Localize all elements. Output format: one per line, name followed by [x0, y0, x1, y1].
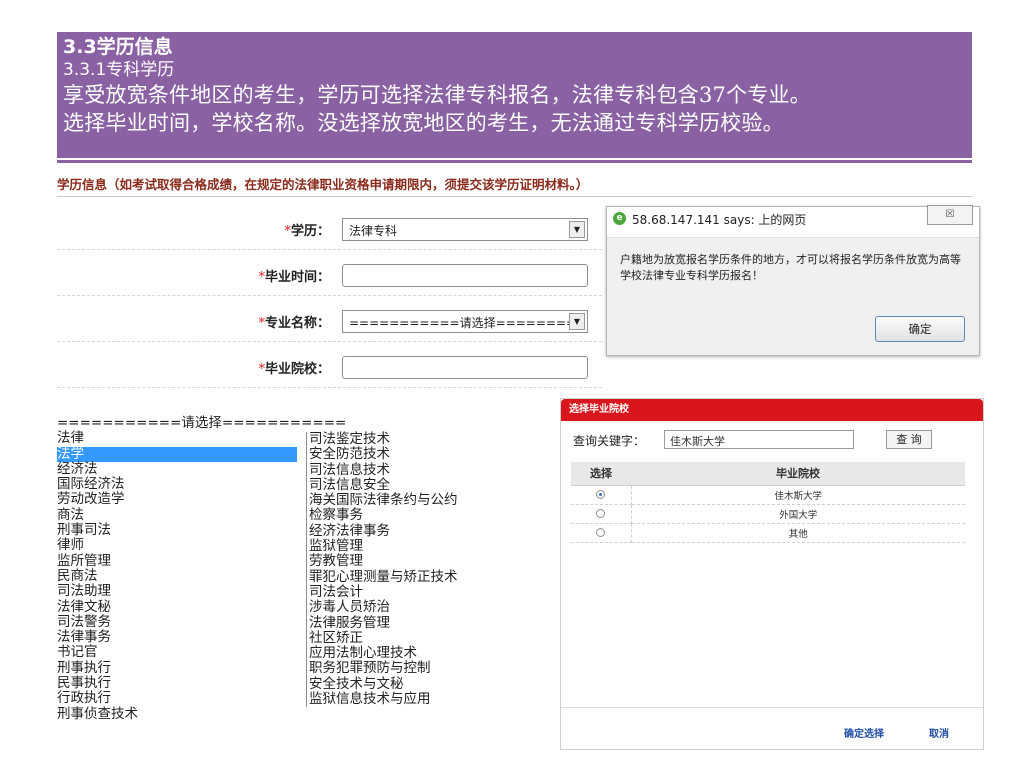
col-select-header: 选择 — [571, 462, 631, 486]
major-option[interactable]: 应用法制心理技术 — [309, 645, 556, 661]
major-option[interactable]: 国际经济法 — [57, 476, 297, 492]
major-option[interactable]: 监狱管理 — [309, 538, 556, 554]
major-option[interactable]: 司法信息安全 — [309, 477, 556, 493]
table-row[interactable]: 佳木斯大学 — [571, 485, 965, 505]
major-option[interactable]: 法律文秘 — [57, 599, 297, 615]
school-row: *毕业院校： — [57, 348, 602, 388]
major-option[interactable]: 刑事侦查技术 — [57, 706, 297, 722]
major-option[interactable]: 劳动改造学 — [57, 492, 297, 508]
select-cell — [571, 523, 632, 543]
major-option[interactable]: 监狱信息技术与应用 — [309, 691, 556, 707]
alert-title: 58.68.147.141 says: 上的网页 — [632, 213, 807, 227]
major-row: *专业名称： ===========请选择=========== ▼ — [57, 302, 602, 342]
major-option[interactable]: ===========请选择=========== — [57, 415, 346, 431]
major-option[interactable]: 司法鉴定技术 — [309, 431, 556, 447]
banner-line-1: 享受放宽条件地区的考生，学历可选择法律专科报名，法律专科包含37个专业。 — [63, 83, 811, 107]
major-option[interactable]: 书记官 — [57, 645, 297, 661]
major-select[interactable]: ===========请选择=========== ▼ — [342, 310, 588, 333]
school-label: *毕业院校： — [258, 362, 330, 377]
select-cell — [571, 485, 632, 505]
major-option[interactable]: 法律服务管理 — [309, 615, 556, 631]
school-radio[interactable] — [596, 528, 606, 537]
major-option[interactable]: 司法警务 — [57, 614, 297, 630]
alert-message: 户籍地为放宽报名学历条件的地方，才可以将报名学历条件放宽为高等学校法律专业专科学… — [620, 253, 961, 282]
education-label: *学历： — [284, 224, 330, 239]
banner-title: 3.3学历信息 — [63, 36, 173, 58]
major-option[interactable]: 民商法 — [57, 568, 297, 584]
major-option[interactable]: 刑事执行 — [57, 660, 297, 676]
cancel-button[interactable]: 取消 — [929, 725, 949, 740]
banner-subtitle: 3.3.1专科学历 — [63, 60, 175, 80]
major-option[interactable]: 经济法 — [57, 461, 297, 477]
chevron-down-icon: ▼ — [569, 221, 585, 238]
major-option[interactable]: 安全技术与文秘 — [309, 676, 556, 692]
major-option[interactable]: 经济法律事务 — [309, 523, 556, 539]
major-option[interactable]: 司法信息技术 — [309, 462, 556, 478]
school-dialog-footer — [561, 707, 983, 708]
major-option[interactable]: 法学 — [57, 446, 297, 462]
major-option[interactable]: 司法助理 — [57, 583, 297, 599]
major-option[interactable]: 罪犯心理测量与矫正技术 — [309, 569, 556, 585]
major-option[interactable]: 涉毒人员矫治 — [309, 599, 556, 615]
alert-dialog: e 58.68.147.141 says: 上的网页 ☒ 户籍地为放宽报名学历条… — [606, 205, 980, 356]
school-name-cell: 其他 — [631, 523, 965, 543]
major-option[interactable]: 律师 — [57, 538, 297, 554]
major-label: *专业名称： — [258, 316, 330, 331]
banner-divider — [57, 160, 972, 163]
alert-ok-button[interactable]: 确定 — [875, 316, 965, 342]
school-input[interactable] — [342, 356, 588, 379]
major-option[interactable]: 社区矫正 — [309, 630, 556, 646]
col-school-header: 毕业院校 — [631, 462, 965, 486]
school-radio[interactable] — [596, 490, 606, 499]
alert-body: 户籍地为放宽报名学历条件的地方，才可以将报名学历条件放宽为高等学校法律专业专科学… — [607, 237, 979, 355]
major-option[interactable]: 职务犯罪预防与控制 — [309, 661, 556, 677]
grad-time-row: *毕业时间： — [57, 256, 602, 296]
education-section-header: 学历信息（如考试取得合格成绩，在规定的法律职业资格申请期限内，须提交该学历证明材… — [57, 175, 972, 197]
education-row: *学历： 法律专科 ▼ — [57, 210, 602, 250]
school-name-cell: 外国大学 — [631, 504, 965, 524]
major-option[interactable]: 安全防范技术 — [309, 446, 556, 462]
major-list-left: ===========请选择=========== 法律 法学 经济法 国际经济法 劳动改… — [57, 415, 346, 722]
grad-time-input[interactable] — [342, 264, 588, 287]
query-input[interactable]: 佳木斯大学 — [664, 430, 854, 449]
major-option[interactable]: 法律事务 — [57, 629, 297, 645]
confirm-select-button[interactable]: 确定选择 — [844, 725, 884, 740]
select-cell — [571, 504, 632, 524]
instruction-banner: 3.3学历信息 3.3.1专科学历 享受放宽条件地区的考生，学历可选择法律专科报… — [57, 32, 972, 158]
query-label: 查询关键字： — [573, 434, 646, 448]
school-name-cell: 佳木斯大学 — [631, 485, 965, 505]
school-picker-dialog: 选择毕业院校 查询关键字： 佳木斯大学 查 询 选择 毕业院校 佳木斯大学 外国大… — [560, 398, 984, 750]
major-option[interactable]: 检察事务 — [309, 508, 556, 524]
major-option[interactable]: 商法 — [57, 507, 297, 523]
school-table: 选择 毕业院校 佳木斯大学 外国大学 其他 — [571, 462, 965, 543]
table-row[interactable]: 外国大学 — [571, 504, 965, 524]
major-option[interactable]: 劳教管理 — [309, 554, 556, 570]
close-icon[interactable]: ☒ — [927, 205, 973, 225]
school-dialog-title: 选择毕业院校 — [561, 399, 983, 421]
chevron-down-icon: ▼ — [569, 313, 585, 330]
major-option[interactable]: 刑事司法 — [57, 522, 297, 538]
education-select[interactable]: 法律专科 ▼ — [342, 218, 588, 241]
major-option[interactable]: 民事执行 — [57, 675, 297, 691]
major-option[interactable]: 行政执行 — [57, 691, 297, 707]
school-radio[interactable] — [596, 509, 606, 518]
browser-logo-icon: e — [613, 212, 626, 225]
alert-titlebar: e 58.68.147.141 says: 上的网页 ☒ — [607, 205, 979, 231]
major-option[interactable]: 司法会计 — [309, 584, 556, 600]
major-list-right: 司法鉴定技术 安全防范技术 司法信息技术 司法信息安全 海关国际法律条约与公约 检察事务经… — [306, 431, 556, 708]
major-option[interactable]: 法律 — [57, 430, 297, 446]
grad-time-label: *毕业时间： — [258, 270, 330, 285]
table-row[interactable]: 其他 — [571, 523, 965, 543]
major-option[interactable]: 监所管理 — [57, 553, 297, 569]
banner-line-2: 选择毕业时间，学校名称。没选择放宽地区的考生，无法通过专科学历校验。 — [63, 111, 784, 135]
query-button[interactable]: 查 询 — [886, 430, 932, 449]
